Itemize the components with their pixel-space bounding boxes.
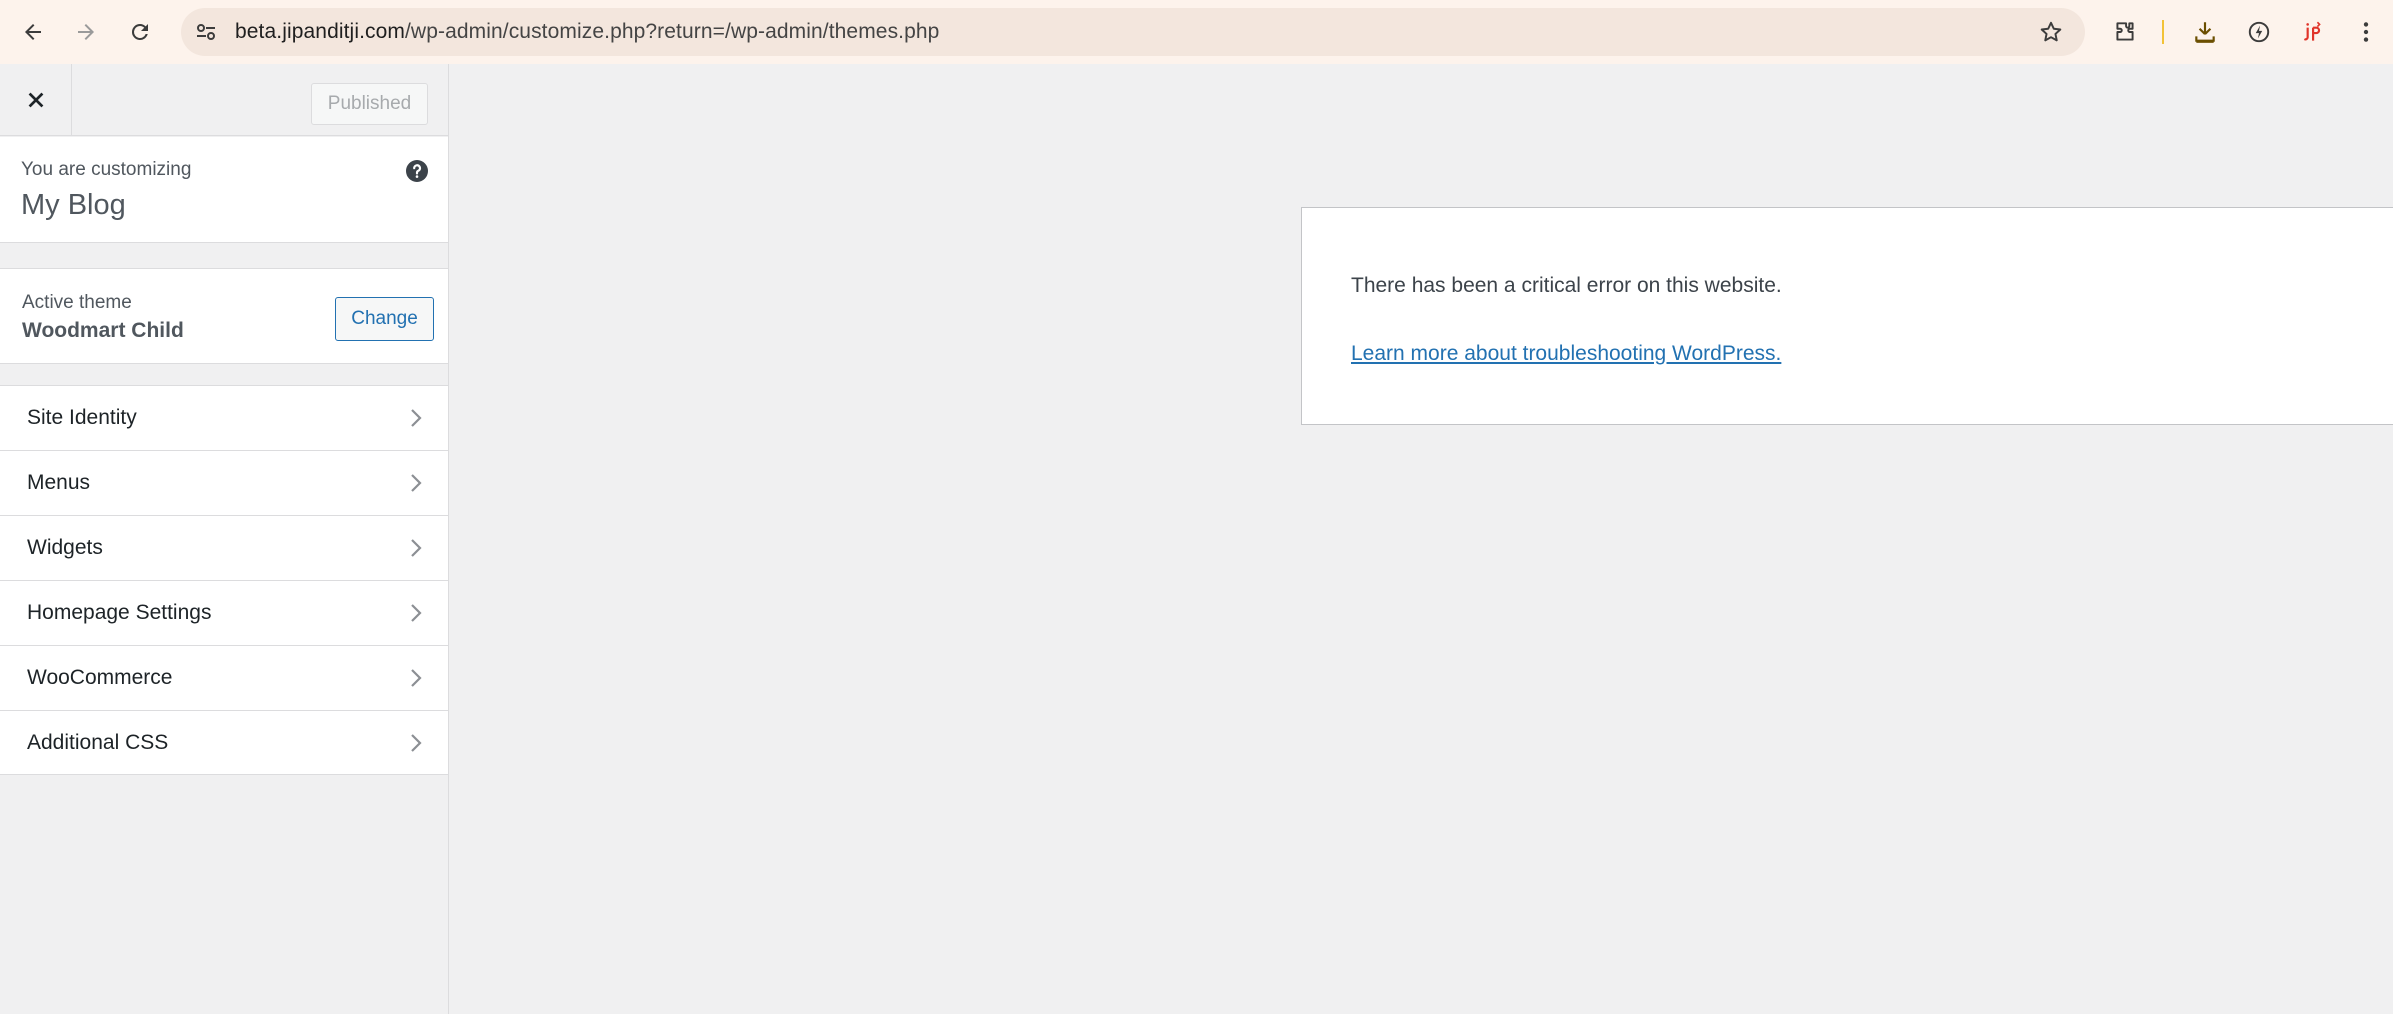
section-menus[interactable]: Menus xyxy=(0,450,448,515)
critical-error-message: There has been a critical error on this … xyxy=(1351,274,1782,297)
active-theme-label: Active theme xyxy=(22,292,132,313)
troubleshooting-link[interactable]: Learn more about troubleshooting WordPre… xyxy=(1351,342,1781,366)
error-message-box: There has been a critical error on this … xyxy=(1301,207,2393,425)
change-theme-button[interactable]: Change xyxy=(335,297,434,341)
customizing-label: You are customizing xyxy=(21,159,192,180)
customizer-info: You are customizing My Blog xyxy=(0,137,448,243)
menu-icon[interactable] xyxy=(2348,14,2384,50)
section-site-identity[interactable]: Site Identity xyxy=(0,385,448,450)
close-customizer-button[interactable] xyxy=(0,64,72,136)
active-theme-name: Woodmart Child xyxy=(22,319,184,342)
help-icon[interactable] xyxy=(405,159,429,183)
forward-button[interactable] xyxy=(68,14,104,50)
forward-icon xyxy=(78,24,94,40)
chevron-right-icon xyxy=(411,539,422,557)
extension-jp-icon[interactable] xyxy=(2294,14,2330,50)
section-homepage-settings[interactable]: Homepage Settings xyxy=(0,580,448,645)
back-button[interactable] xyxy=(15,14,51,50)
section-woocommerce[interactable]: WooCommerce xyxy=(0,645,448,710)
section-label: Site Identity xyxy=(27,406,137,429)
url-host: beta.jipanditji.com xyxy=(235,20,405,43)
chevron-right-icon xyxy=(411,604,422,622)
section-label: WooCommerce xyxy=(27,666,173,689)
chevron-right-icon xyxy=(411,409,422,427)
chevron-right-icon xyxy=(411,734,422,752)
close-icon xyxy=(28,92,43,108)
customizer-sections: Site Identity Menus Widgets Homepage Set… xyxy=(0,385,448,775)
extensions-icon[interactable] xyxy=(2107,14,2143,50)
section-additional-css[interactable]: Additional CSS xyxy=(0,710,448,775)
customizer-sidebar: Published You are customizing My Blog Ac… xyxy=(0,64,449,1014)
chevron-right-icon xyxy=(411,669,422,687)
section-label: Widgets xyxy=(27,536,103,559)
section-widgets[interactable]: Widgets xyxy=(0,515,448,580)
section-label: Homepage Settings xyxy=(27,601,212,624)
download-icon[interactable] xyxy=(2187,14,2223,50)
browser-toolbar: beta.jipanditji.com/wp-admin/customize.p… xyxy=(0,0,2393,64)
performance-icon[interactable] xyxy=(2241,14,2277,50)
section-label: Additional CSS xyxy=(27,731,169,754)
reload-button[interactable] xyxy=(122,14,158,50)
customizer-header: Published xyxy=(0,64,448,136)
active-theme-panel: Active theme Woodmart Child Change xyxy=(0,268,448,364)
customizer-preview: There has been a critical error on this … xyxy=(450,64,2393,1014)
url-text[interactable]: beta.jipanditji.com/wp-admin/customize.p… xyxy=(235,20,939,44)
bookmark-star-icon[interactable] xyxy=(2037,18,2065,46)
site-title: My Blog xyxy=(21,189,126,221)
reload-icon xyxy=(131,23,148,40)
section-label: Menus xyxy=(27,471,91,494)
toolbar-divider xyxy=(2162,20,2164,44)
chevron-right-icon xyxy=(411,474,422,492)
site-info-icon[interactable] xyxy=(193,20,219,44)
back-icon xyxy=(25,24,41,40)
address-bar[interactable]: beta.jipanditji.com/wp-admin/customize.p… xyxy=(181,8,2085,56)
url-path: /wp-admin/customize.php?return=/wp-admin… xyxy=(405,20,940,43)
publish-button[interactable]: Published xyxy=(311,83,428,125)
